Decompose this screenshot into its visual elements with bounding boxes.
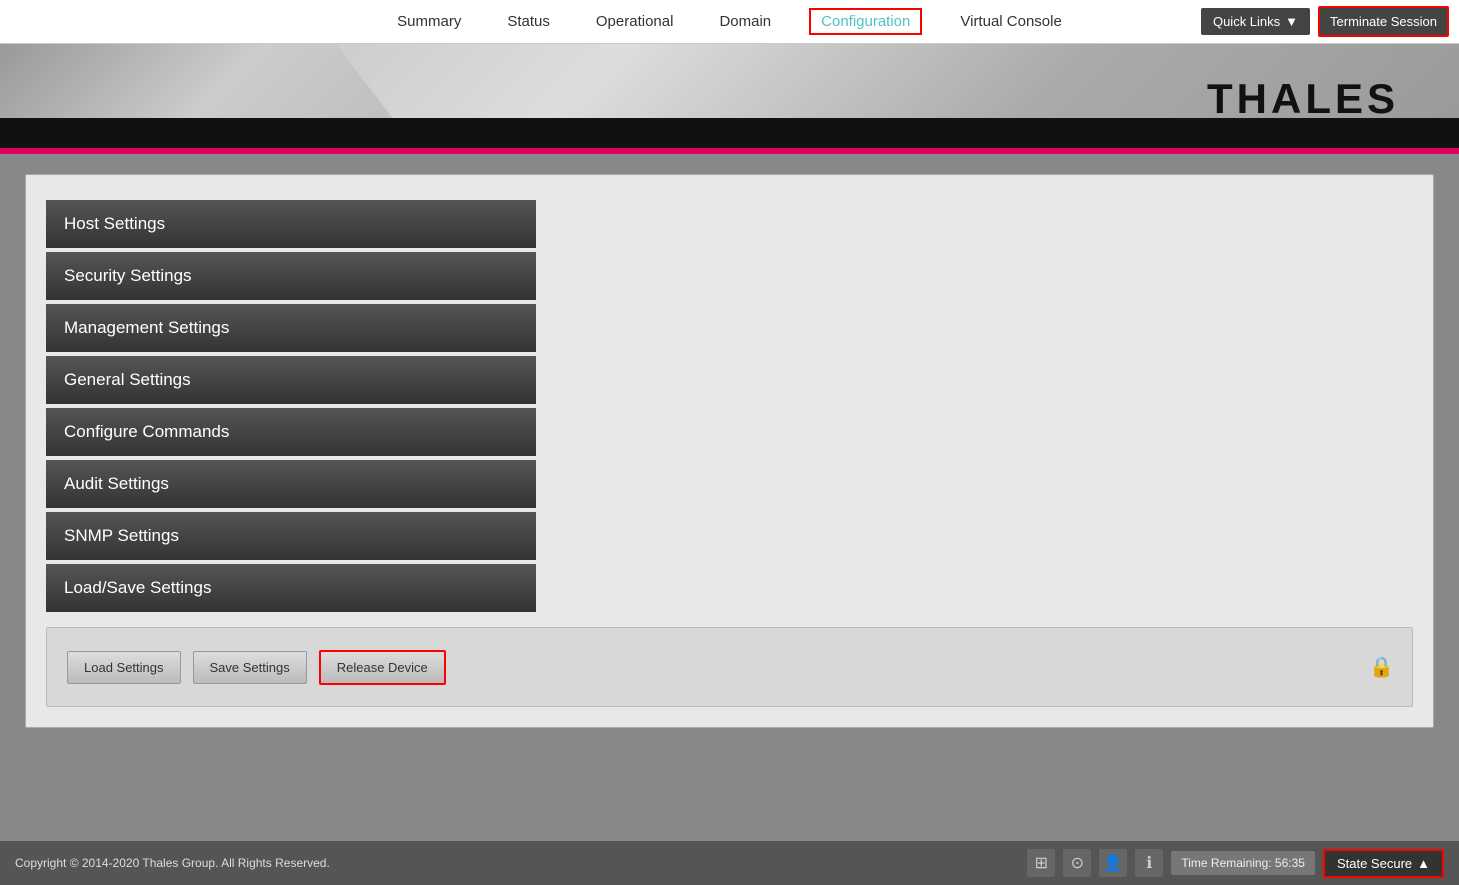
header-banner: THALES [0, 44, 1459, 154]
grid-icon[interactable]: ⊞ [1027, 849, 1055, 877]
nav-status[interactable]: Status [499, 9, 558, 34]
nav-links: Summary Status Operational Domain Config… [389, 8, 1070, 35]
nav-summary[interactable]: Summary [389, 9, 469, 34]
action-buttons: Load Settings Save Settings Release Devi… [67, 650, 446, 685]
circle-icon[interactable]: ⊙ [1063, 849, 1091, 877]
footer-right: ⊞ ⊙ 👤 ℹ Time Remaining: 56:35 State Secu… [1027, 849, 1444, 878]
nav-configuration[interactable]: Configuration [809, 8, 922, 35]
action-panel: Load Settings Save Settings Release Devi… [46, 627, 1413, 707]
person-icon[interactable]: 👤 [1099, 849, 1127, 877]
nav-right-actions: Quick Links ▼ Terminate Session [1201, 6, 1449, 37]
red-accent-line [0, 148, 1459, 154]
content-card: Host Settings Security Settings Manageme… [25, 174, 1434, 728]
state-arrow-icon: ▲ [1417, 856, 1430, 871]
nav-domain[interactable]: Domain [711, 9, 779, 34]
release-device-button[interactable]: Release Device [319, 650, 446, 685]
menu-security-settings[interactable]: Security Settings [46, 252, 536, 300]
quick-links-label: Quick Links [1213, 14, 1280, 29]
thales-logo: THALES [1207, 75, 1399, 123]
state-secure-button[interactable]: State Secure ▲ [1323, 849, 1444, 878]
menu-host-settings[interactable]: Host Settings [46, 200, 536, 248]
state-secure-label: State Secure [1337, 856, 1412, 871]
menu-load-save-settings[interactable]: Load/Save Settings [46, 564, 536, 612]
nav-operational[interactable]: Operational [588, 9, 682, 34]
top-navigation: Summary Status Operational Domain Config… [0, 0, 1459, 44]
main-wrapper: Host Settings Security Settings Manageme… [0, 154, 1459, 794]
menu-configure-commands[interactable]: Configure Commands [46, 408, 536, 456]
lock-icon: 🔒 [1369, 655, 1394, 680]
nav-virtual-console[interactable]: Virtual Console [952, 9, 1069, 34]
terminate-session-button[interactable]: Terminate Session [1318, 6, 1449, 37]
dropdown-arrow-icon: ▼ [1285, 14, 1298, 29]
info-icon[interactable]: ℹ [1135, 849, 1163, 877]
copyright-text: Copyright © 2014-2020 Thales Group. All … [15, 856, 330, 870]
quick-links-button[interactable]: Quick Links ▼ [1201, 8, 1310, 35]
sidebar-menu: Host Settings Security Settings Manageme… [46, 200, 536, 612]
save-settings-button[interactable]: Save Settings [193, 651, 307, 684]
menu-management-settings[interactable]: Management Settings [46, 304, 536, 352]
footer: Copyright © 2014-2020 Thales Group. All … [0, 841, 1459, 885]
menu-snmp-settings[interactable]: SNMP Settings [46, 512, 536, 560]
menu-audit-settings[interactable]: Audit Settings [46, 460, 536, 508]
load-settings-button[interactable]: Load Settings [67, 651, 181, 684]
menu-general-settings[interactable]: General Settings [46, 356, 536, 404]
time-remaining-display: Time Remaining: 56:35 [1171, 851, 1315, 875]
